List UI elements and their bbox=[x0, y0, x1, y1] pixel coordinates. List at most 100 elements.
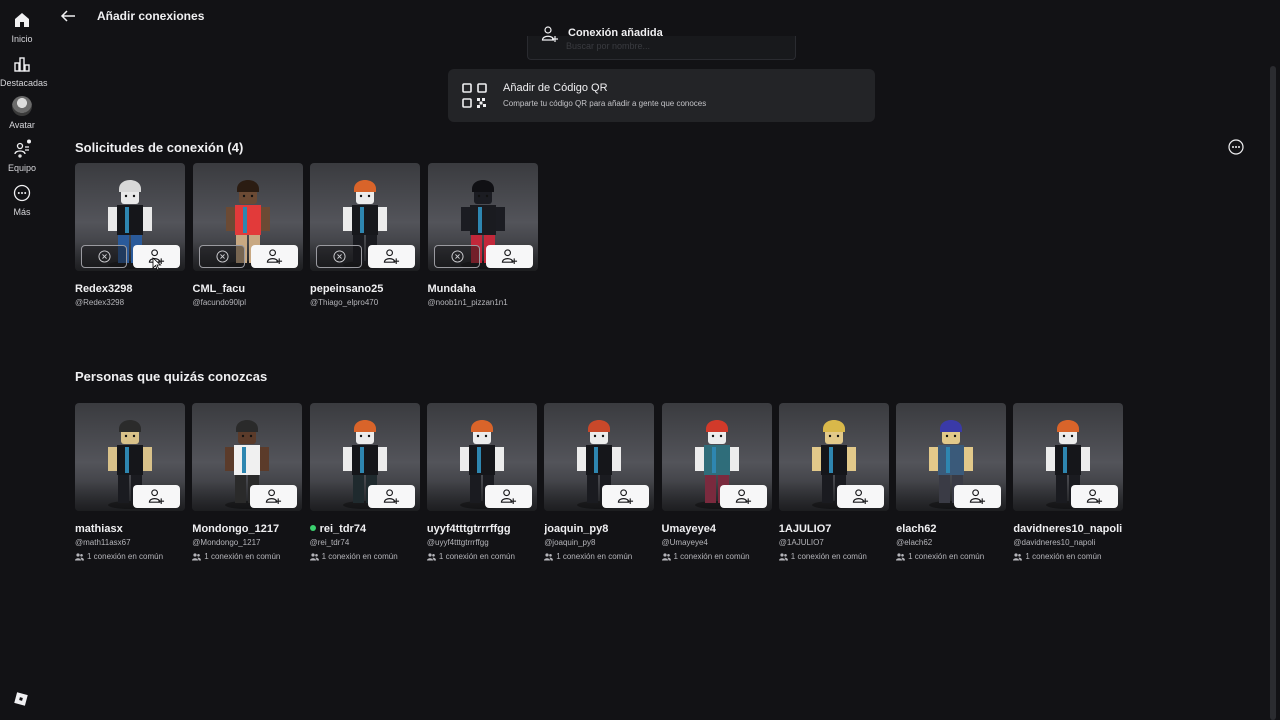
suggestion-card[interactable]: elach62 @elach62 1 conexión en común bbox=[896, 403, 1007, 561]
avatar-thumbnail-frame[interactable] bbox=[309, 403, 420, 511]
mutual-connections: 1 conexión en común bbox=[544, 552, 654, 561]
qr-code-card[interactable]: Añadir de Código QR Comparte tu código Q… bbox=[448, 69, 875, 122]
mutual-friends-icon bbox=[544, 552, 554, 560]
requests-section-title: Solicitudes de conexión (4) bbox=[75, 140, 244, 155]
avatar-thumbnail-frame[interactable] bbox=[426, 403, 537, 511]
display-name-text: Mondongo_1217 bbox=[192, 523, 280, 535]
suggestion-card[interactable]: joaquin_py8 @joaquin_py8 1 conexión en com… bbox=[544, 403, 655, 561]
decline-button[interactable] bbox=[433, 245, 480, 268]
avatar-thumbnail-frame[interactable] bbox=[896, 403, 1007, 511]
mutual-connections-text: 1 conexión en común bbox=[790, 552, 867, 561]
mutual-connections: 1 conexión en común bbox=[1013, 552, 1123, 561]
display-name[interactable]: mathiasx bbox=[75, 523, 185, 535]
qr-title: Añadir de Código QR bbox=[503, 82, 608, 94]
suggestion-card[interactable]: uyyf4tttgtrrrffgg @uyyf4tttgtrrrffgg 1 con… bbox=[426, 403, 537, 561]
mutual-connections-text: 1 conexión en común bbox=[673, 552, 750, 561]
avatar-thumbnail-frame[interactable] bbox=[310, 163, 420, 271]
back-arrow-icon[interactable] bbox=[59, 8, 79, 24]
add-connection-button[interactable] bbox=[719, 485, 767, 508]
display-name[interactable]: Redex3298 bbox=[75, 283, 185, 295]
sidebar-item-label: Destacadas bbox=[0, 78, 48, 88]
decline-button[interactable] bbox=[81, 245, 127, 268]
request-card[interactable]: pepeinsano25 @Thiago_elpro470 bbox=[310, 163, 420, 307]
mutual-connections: 1 conexión en común bbox=[778, 552, 889, 561]
mouse-cursor-icon bbox=[152, 257, 162, 271]
mutual-connections-text: 1 conexión en común bbox=[204, 552, 281, 561]
display-name-text: joaquin_py8 bbox=[544, 523, 609, 535]
accept-button[interactable] bbox=[368, 245, 415, 268]
avatar-thumbnail-frame[interactable] bbox=[75, 403, 185, 511]
display-name[interactable]: CML_facu bbox=[193, 283, 303, 295]
request-card[interactable]: Redex3298 @Redex3298 bbox=[75, 163, 185, 307]
person-add-icon bbox=[148, 489, 165, 505]
roblox-logo-icon[interactable] bbox=[14, 692, 28, 706]
username: @uyyf4tttgtrrrffgg bbox=[426, 538, 489, 547]
avatar-thumbnail-frame[interactable] bbox=[75, 163, 185, 271]
sidebar-item-destacadas[interactable]: Destacadas bbox=[0, 54, 48, 88]
avatar-thumbnail-frame[interactable] bbox=[192, 403, 303, 511]
display-name[interactable]: uyyf4tttgtrrrffgg bbox=[427, 523, 537, 535]
display-name[interactable]: 1AJULIO7 bbox=[779, 523, 889, 535]
display-name-text: rei_tdr74 bbox=[319, 523, 367, 535]
accept-button[interactable] bbox=[485, 245, 533, 268]
suggestion-card[interactable]: 1AJULIO7 @1AJULIO7 1 conexión en común bbox=[778, 403, 889, 561]
display-name[interactable]: elach62 bbox=[896, 523, 1006, 535]
display-name[interactable]: Mondongo_1217 bbox=[192, 523, 302, 535]
suggestion-card[interactable]: mathiasx @math11asx67 1 conexión en común bbox=[75, 403, 185, 561]
avatar-thumbnail-frame[interactable] bbox=[778, 403, 889, 511]
person-add-icon bbox=[501, 249, 517, 265]
more-options-icon[interactable] bbox=[1228, 139, 1244, 155]
mutual-friends-icon bbox=[896, 552, 906, 560]
avatar-thumbnail-frame[interactable] bbox=[1013, 403, 1124, 511]
display-name[interactable]: Mundaha bbox=[428, 283, 538, 295]
avatar-thumbnail-frame[interactable] bbox=[427, 163, 538, 271]
display-name-text: elach62 bbox=[896, 523, 937, 535]
sidebar-item-mas[interactable]: Más bbox=[0, 183, 44, 217]
add-connection-button[interactable] bbox=[367, 485, 415, 508]
sidebar-item-label: Inicio bbox=[11, 34, 33, 44]
avatar-thumbnail-frame[interactable] bbox=[661, 403, 772, 511]
sidebar-item-label: Más bbox=[13, 207, 31, 217]
suggestion-card[interactable]: rei_tdr74 @rei_tdr74 1 conexión en común bbox=[309, 403, 420, 561]
person-add-icon bbox=[618, 489, 634, 505]
add-connection-button[interactable] bbox=[954, 485, 1002, 508]
request-card[interactable]: CML_facu @facundo90lpl bbox=[192, 163, 303, 307]
home-icon bbox=[15, 13, 29, 27]
accept-button[interactable] bbox=[250, 245, 298, 268]
decline-button[interactable] bbox=[316, 245, 362, 268]
add-connection-button[interactable] bbox=[484, 485, 532, 508]
add-connection-button[interactable] bbox=[133, 485, 180, 508]
sidebar-item-label: Avatar bbox=[9, 120, 35, 130]
scrollbar[interactable] bbox=[1270, 66, 1276, 720]
suggestion-card[interactable]: Umayeye4 @Umayeye4 1 conexión en común bbox=[661, 403, 772, 561]
add-connection-button[interactable] bbox=[1071, 485, 1119, 508]
mutual-friends-icon bbox=[75, 552, 84, 560]
sidebar-item-inicio[interactable]: Inicio bbox=[0, 10, 44, 44]
sidebar-item-avatar[interactable]: Avatar bbox=[0, 96, 44, 130]
add-connection-button[interactable] bbox=[602, 485, 650, 508]
mutual-connections: 1 conexión en común bbox=[75, 552, 185, 561]
request-card[interactable]: Mundaha @noob1n1_pizzan1n1 bbox=[427, 163, 538, 307]
username: @davidneres10_napoli bbox=[1013, 538, 1096, 547]
username: @math11asx67 bbox=[75, 538, 131, 547]
add-connection-button[interactable] bbox=[250, 485, 298, 508]
display-name[interactable]: joaquin_py8 bbox=[544, 523, 654, 535]
display-name[interactable]: davidneres10_napoli bbox=[1013, 523, 1123, 535]
display-name-text: mathiasx bbox=[75, 523, 123, 535]
person-add-icon bbox=[266, 249, 282, 265]
suggestion-card[interactable]: Mondongo_1217 @Mondongo_1217 1 conexión en… bbox=[192, 403, 303, 561]
sidebar-item-equipo[interactable]: Equipo bbox=[0, 139, 44, 173]
online-status-dot bbox=[309, 525, 316, 531]
display-name[interactable]: pepeinsano25 bbox=[310, 283, 420, 295]
decline-button[interactable] bbox=[198, 245, 245, 268]
avatar-thumbnail-frame[interactable] bbox=[192, 163, 303, 271]
mutual-connections-text: 1 conexión en común bbox=[556, 552, 633, 561]
add-connection-button[interactable] bbox=[836, 485, 884, 508]
suggestion-card[interactable]: davidneres10_napoli @davidneres10_napoli 1… bbox=[1013, 403, 1124, 561]
display-name[interactable]: Umayeye4 bbox=[662, 523, 772, 535]
username: @1AJULIO7 bbox=[778, 538, 824, 547]
display-name[interactable]: rei_tdr74 bbox=[309, 523, 420, 535]
mutual-friends-icon bbox=[192, 552, 202, 560]
avatar-thumbnail-frame[interactable] bbox=[544, 403, 655, 511]
display-name-text: uyyf4tttgtrrrffgg bbox=[426, 523, 511, 535]
